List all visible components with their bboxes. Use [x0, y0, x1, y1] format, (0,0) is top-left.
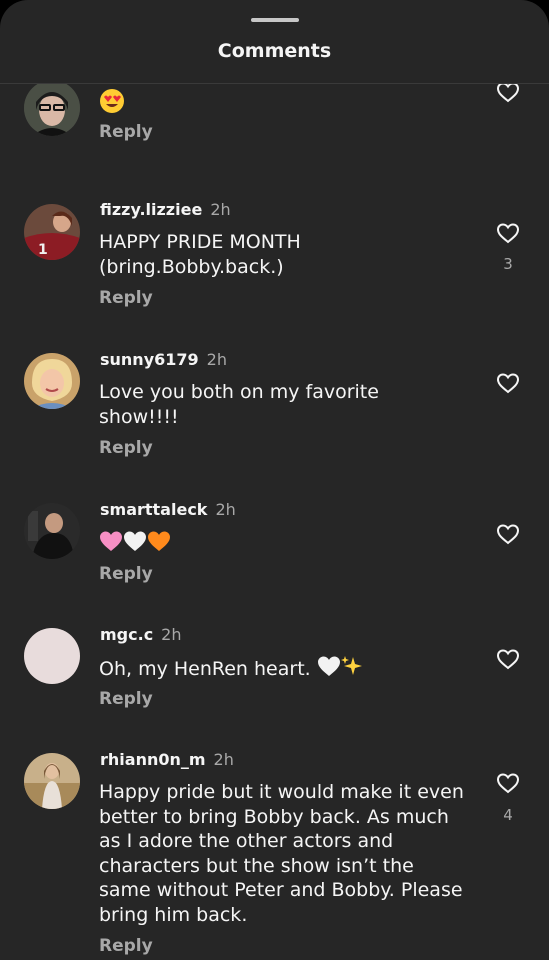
svg-text:1: 1 [38, 242, 48, 258]
heart-outline-icon [496, 223, 520, 244]
heart-outline-icon [496, 773, 520, 794]
like-button[interactable] [496, 648, 520, 670]
reply-button[interactable]: Reply [99, 438, 153, 458]
white-heart-emoji-icon [123, 530, 147, 559]
comment-text: Happy pride but it would make it even be… [99, 781, 464, 926]
comment-text: Love you both on my favorite show!!!! [99, 381, 379, 428]
like-button[interactable] [496, 523, 520, 545]
reply-button[interactable]: Reply [99, 288, 153, 308]
reply-button[interactable]: Reply [99, 122, 153, 142]
comment-time: 2h [161, 625, 182, 644]
comment-username[interactable]: sunny6179 [100, 350, 199, 369]
avatar[interactable] [24, 753, 80, 809]
reply-button[interactable]: Reply [99, 689, 153, 709]
heart-outline-icon [496, 373, 520, 394]
like-button[interactable] [496, 84, 520, 103]
comment-text: HAPPY PRIDE MONTH (bring.Bobby.back.) [99, 231, 301, 278]
heart-outline-icon [496, 84, 520, 103]
comment-username[interactable]: fizzy.lizziee [100, 200, 202, 219]
page-title: Comments [217, 40, 332, 62]
drag-handle[interactable] [251, 18, 299, 22]
comment-meta: smarttaleck 2h [100, 500, 236, 519]
avatar[interactable] [24, 84, 80, 136]
comment-username[interactable]: smarttaleck [100, 500, 207, 519]
reply-button[interactable]: Reply [99, 936, 153, 956]
comment-time: 2h [210, 200, 231, 219]
like-count: 4 [503, 806, 513, 824]
avatar[interactable]: 1 [24, 204, 80, 260]
orange-heart-emoji-icon [147, 530, 171, 559]
comment-username[interactable]: mgc.c [100, 625, 153, 644]
reply-button[interactable]: Reply [99, 564, 153, 584]
comment-time: 2h [215, 500, 236, 519]
comment-username[interactable]: rhiann0n_m [100, 750, 206, 769]
heart-eyes-emoji-icon [99, 88, 125, 121]
like-button[interactable] [496, 772, 520, 794]
heart-outline-icon [496, 524, 520, 545]
avatar[interactable] [24, 353, 80, 409]
comments-sheet: Comments misssspookiness92h [0, 0, 549, 960]
like-button[interactable] [496, 372, 520, 394]
comment-list[interactable]: misssspookiness92h Reply [0, 84, 549, 960]
like-count: 3 [503, 255, 513, 273]
pink-heart-emoji-icon [99, 530, 123, 559]
comment-text [99, 88, 479, 121]
comment-meta: mgc.c 2h [100, 625, 182, 644]
comment-time: 2h [206, 350, 227, 369]
comment-text-content: Oh, my HenRen heart. [99, 657, 311, 680]
white-heart-emoji-icon [317, 655, 341, 684]
like-button[interactable] [496, 222, 520, 244]
comment-text [99, 530, 479, 559]
comment-text: Oh, my HenRen heart. [99, 655, 479, 684]
comment-meta: rhiann0n_m 2h [100, 750, 234, 769]
sparkles-emoji-icon [340, 655, 363, 684]
comment-time: 2h [213, 750, 234, 769]
avatar[interactable] [24, 628, 80, 684]
heart-outline-icon [496, 649, 520, 670]
comment-meta: sunny6179 2h [100, 350, 227, 369]
avatar[interactable] [24, 503, 80, 559]
comment-meta: fizzy.lizziee 2h [100, 200, 231, 219]
